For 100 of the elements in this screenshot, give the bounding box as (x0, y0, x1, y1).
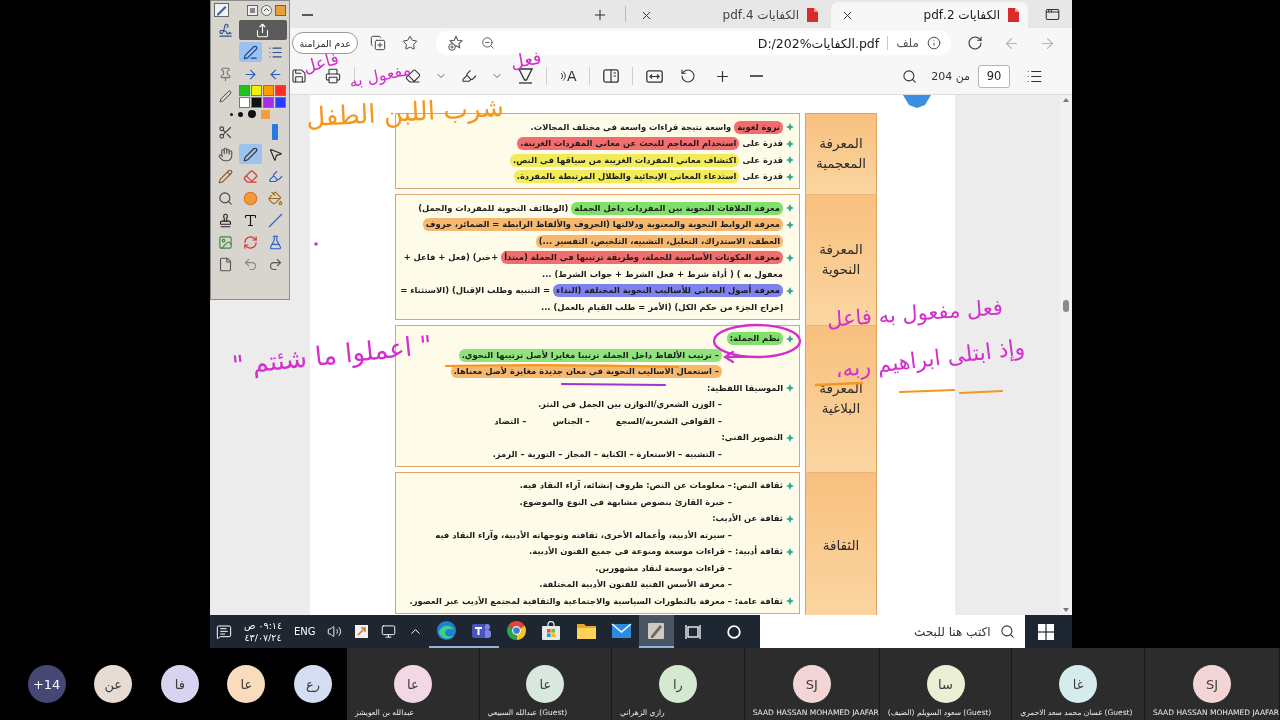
section-heading: الثقافة (805, 471, 877, 615)
browser-tab[interactable]: الكفايات 2.pdf (831, 2, 1028, 28)
highlighted-text: معرفة العلاقات النحوية بين المفردات داخل الجملة (571, 201, 783, 215)
handwritten-text: شرب اللبن الطفل (305, 93, 505, 131)
page-view-icon (603, 69, 620, 83)
line-text: الموسيقا اللفظية: (706, 381, 783, 395)
bullet-icon (786, 547, 794, 556)
line-text: – خبرة القارئ بنصوص مشابهة في النوع والموضوع. (519, 495, 732, 509)
highlighted-text: معرفة الروابط النحوية والمعنوية ودلالتها (الحروف والألفاظ الرابطة = الضمائر، حروف (422, 218, 783, 232)
eraser-icon (242, 168, 258, 184)
taskbar-app-button[interactable] (638, 615, 674, 648)
scrollbar-thumb[interactable] (1063, 300, 1069, 312)
pencil-icon (217, 168, 233, 184)
share-tool[interactable] (238, 20, 287, 40)
circle-icon (726, 624, 741, 639)
participant-avatar: عا (393, 665, 432, 703)
line-text: – معلومات عن النص: ظروف إنشائه، آراء النقاد فيه. (519, 479, 732, 493)
clock-time: ٠٩:١٤ ص (243, 620, 283, 631)
bullet-icon (786, 286, 794, 295)
participant-avatar[interactable]: +14 (27, 665, 66, 703)
circle-icon (242, 190, 258, 206)
share-icon (255, 22, 270, 38)
right-arrow-icon (242, 66, 258, 82)
scrollbar[interactable] (1060, 95, 1072, 615)
line-text: – الجناس (552, 414, 590, 428)
participant-avatar[interactable]: عن (94, 665, 133, 703)
stamp-icon (217, 212, 233, 228)
row-label: ثقافة عن الأديب: (712, 512, 783, 526)
color-swatch[interactable] (275, 96, 286, 108)
row-label: ثقافة أدبية: (735, 545, 783, 559)
line-text: – القوافي الشعرية/السجع (615, 414, 722, 428)
url-text: D:/202%الكفايات.pdf (757, 35, 880, 51)
bullet-icon (786, 172, 794, 181)
color-swatch[interactable] (239, 84, 250, 96)
read-aloud-button[interactable]: A (555, 64, 582, 88)
paint-bucket-icon (267, 190, 283, 206)
participant-avatar[interactable]: فا (160, 665, 199, 703)
pen-palette-icon (646, 620, 667, 641)
row-label: ثقافة النص: (733, 479, 783, 493)
swirl-icon (435, 620, 457, 641)
color-swatch[interactable] (251, 96, 262, 108)
magnifier-icon (217, 190, 233, 206)
width-bar-icon (272, 124, 278, 140)
highlighter-icon (461, 68, 478, 84)
pen-tool[interactable] (238, 144, 262, 164)
bullet-icon (786, 597, 794, 606)
section-heading: المعرفة المعجمية (805, 113, 877, 194)
browser-tab[interactable]: الكفايات 4.pdf (630, 2, 827, 28)
page-icon (217, 256, 233, 272)
line-text: واسعة نتيجة قراءات واسعة في مختلف المجالات. (530, 120, 732, 134)
participant-avatar: غا (1059, 665, 1098, 703)
color-swatch[interactable] (239, 96, 250, 108)
zoom-out-icon (481, 36, 495, 50)
line-text: = التنبيه وطلب الإقبال) (الاستثناء = (400, 284, 551, 298)
ink-tool[interactable] (238, 42, 262, 62)
speaker-icon (326, 624, 342, 639)
bullet-icon (786, 334, 794, 343)
color-swatch[interactable] (251, 84, 262, 96)
participant-avatar[interactable]: عا (227, 665, 266, 703)
sync-button[interactable]: عدم المزامنة (292, 32, 358, 54)
pointer-icon (267, 146, 283, 162)
signature-icon (217, 22, 233, 38)
scroll-down-icon (1063, 608, 1069, 612)
page-count: من 204 (931, 69, 970, 83)
bullet-icon (786, 514, 794, 523)
highlighted-text: نظم الجملة: (726, 332, 783, 346)
bullet-icon (786, 156, 794, 165)
highlighted-text: استخدام المعاجم للبحث عن معاني المفردات الغريبة. (517, 137, 740, 151)
square-icon (275, 4, 286, 16)
line-icon (267, 212, 283, 228)
search-icon (901, 68, 917, 84)
highlighted-text: العطف، الاستدراك، التعليل، التشبيه، التلخيص، التفسير ...) (535, 234, 783, 248)
scroll-up-icon (1063, 98, 1069, 102)
line-text: قدرة على (742, 137, 783, 151)
line-text: +خبر) (فعل + فاعل + (403, 251, 499, 265)
rotate-icon (680, 68, 697, 84)
highlighted-text: اكتشاف معاني المفردات الغريبة من سياقها في النص. (510, 153, 740, 167)
scissors-icon (217, 124, 233, 140)
participant-avatar: را (658, 665, 697, 703)
language-indicator[interactable]: ENG (289, 615, 321, 648)
monitor-icon (380, 624, 396, 639)
document-icon (806, 8, 818, 22)
info-icon (927, 36, 941, 50)
color-swatch[interactable] (263, 84, 274, 96)
scheme-label: ملف (896, 36, 919, 50)
chevron-circle-icon (261, 4, 272, 16)
line-text: – الوزن الشعري/التوازن بين الجمل في النثر. (537, 398, 722, 412)
undo-icon (242, 256, 258, 272)
color-swatch[interactable] (275, 84, 286, 96)
bullet-icon (786, 481, 794, 490)
page-number-field[interactable]: 90 (978, 64, 1010, 88)
participant-avatar[interactable]: رع (294, 665, 332, 703)
search-field[interactable]: اكتب هنا للبحث (759, 615, 1025, 648)
line-text: – معرفة الأسس الفنية للفنون الأدبية المختلفة. (539, 578, 732, 592)
highlighted-text: – ترتيب الألفاظ داخل الجملة ترتيبا مغايرا لأصل ترتيبها النحوي. (458, 348, 722, 362)
message-icon (215, 623, 232, 640)
bullet-icon (786, 433, 794, 442)
color-swatch[interactable] (263, 96, 274, 108)
minus-icon (749, 75, 763, 77)
bullet-icon (786, 220, 794, 229)
